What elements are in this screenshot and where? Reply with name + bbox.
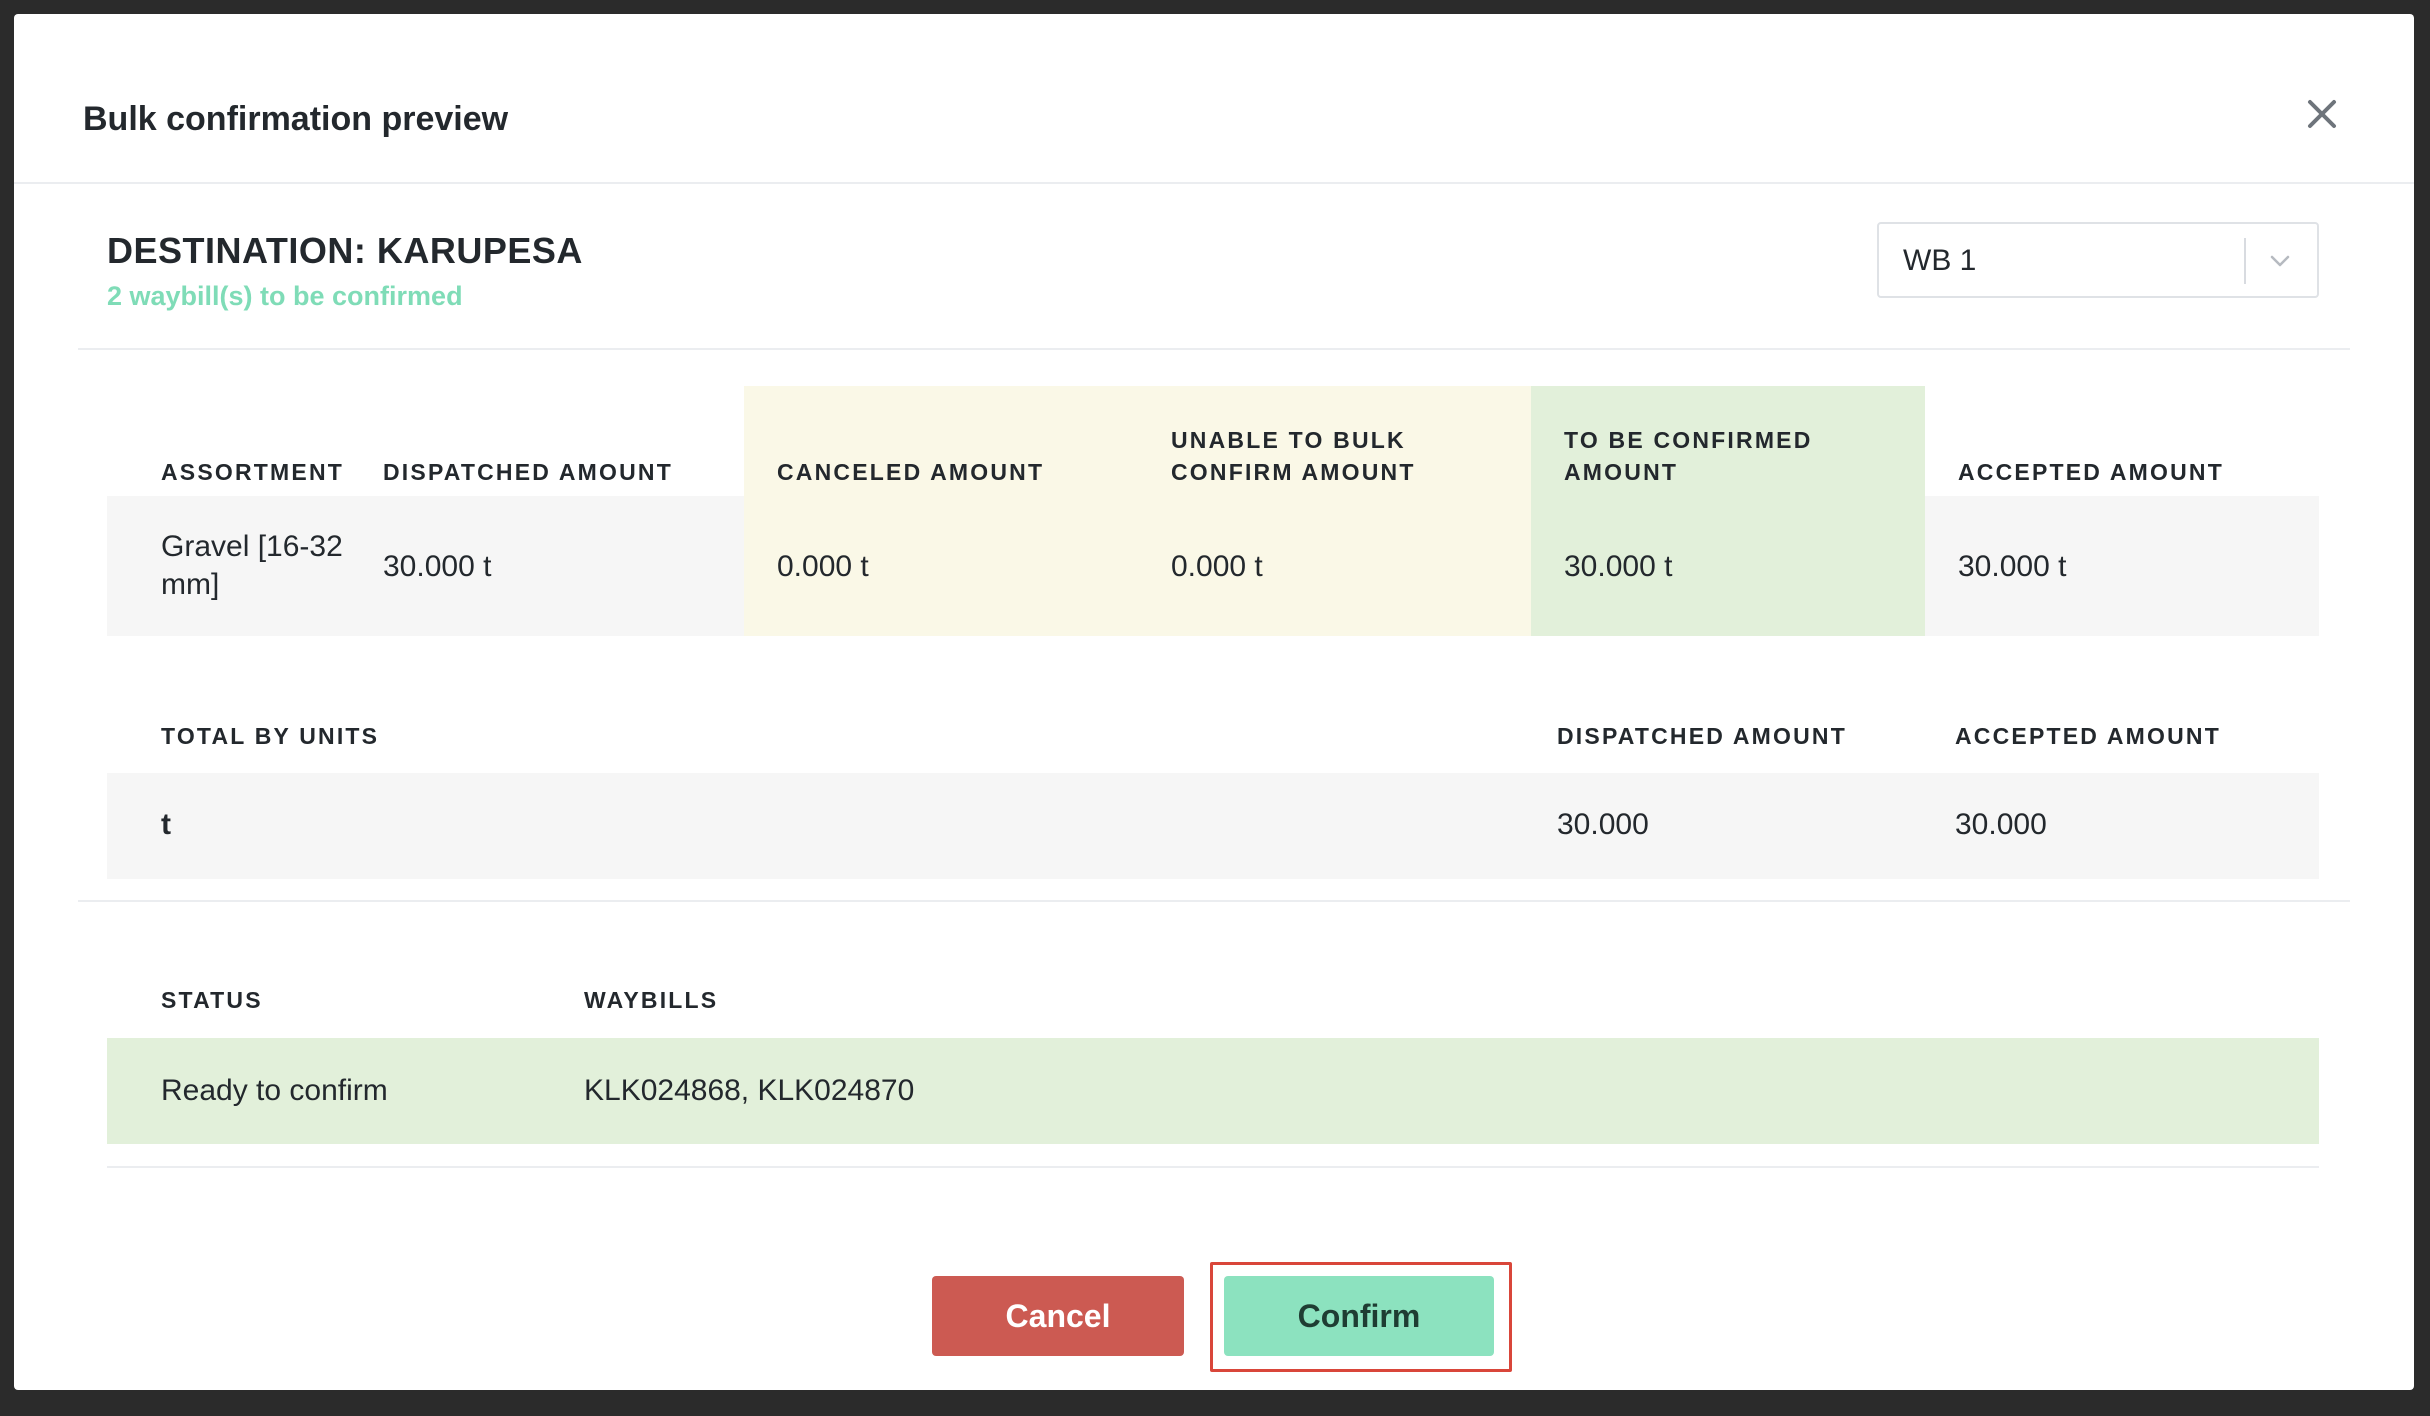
status-table-header: STATUS WAYBILLS bbox=[107, 962, 2319, 1038]
status-table: STATUS WAYBILLS Ready to confirm KLK0248… bbox=[107, 962, 2319, 1144]
cell-total-accepted: 30.000 bbox=[1955, 808, 2047, 841]
cell-canceled: 0.000 t bbox=[777, 550, 869, 583]
col-header-canceled: CANCELED AMOUNT bbox=[777, 459, 1045, 485]
cell-assortment: Gravel [16-32 mm] bbox=[161, 528, 343, 604]
cell-total-dispatched: 30.000 bbox=[1557, 808, 1649, 841]
table-row: Ready to confirm KLK024868, KLK024870 bbox=[107, 1038, 2319, 1144]
col-header-accepted: ACCEPTED AMOUNT bbox=[1958, 459, 2224, 485]
cell-assortment-line2: mm] bbox=[161, 568, 220, 601]
modal-header: Bulk confirmation preview bbox=[14, 14, 2414, 184]
cell-unit: t bbox=[161, 808, 171, 841]
cell-unable: 0.000 t bbox=[1171, 550, 1263, 583]
close-icon bbox=[2308, 100, 2336, 128]
cell-to-confirm: 30.000 t bbox=[1564, 550, 1673, 583]
col-header-status: STATUS bbox=[161, 987, 263, 1013]
waybill-count-subtitle: 2 waybill(s) to be confirmed bbox=[107, 281, 463, 311]
close-button[interactable] bbox=[2300, 92, 2344, 136]
divider bbox=[78, 348, 2350, 350]
col-header-to-confirm-line2: AMOUNT bbox=[1564, 459, 1679, 485]
totals-table-header: TOTAL BY UNITS DISPATCHED AMOUNT ACCEPTE… bbox=[107, 696, 2319, 773]
cell-assortment-line1: Gravel [16-32 bbox=[161, 530, 343, 563]
col-header-to-confirm-line1: TO BE CONFIRMED bbox=[1564, 427, 1813, 453]
select-separator bbox=[2244, 238, 2246, 284]
table-row: t 30.000 30.000 bbox=[107, 773, 2319, 879]
destination-section: DESTINATION: KARUPESA 2 waybill(s) to be… bbox=[14, 184, 2414, 352]
col-header-unable-line2: CONFIRM AMOUNT bbox=[1171, 459, 1416, 485]
col-header-waybills: WAYBILLS bbox=[584, 987, 719, 1013]
col-header-to-confirm: TO BE CONFIRMED AMOUNT bbox=[1564, 424, 1813, 488]
col-header-unable: UNABLE TO BULK CONFIRM AMOUNT bbox=[1171, 424, 1416, 488]
col-header-assortment: ASSORTMENT bbox=[161, 459, 344, 485]
waybill-select-value: WB 1 bbox=[1903, 244, 1977, 277]
divider bbox=[78, 900, 2350, 902]
col-header-total-accepted: ACCEPTED AMOUNT bbox=[1955, 723, 2221, 749]
waybill-select[interactable]: WB 1 bbox=[1877, 222, 2319, 298]
assortment-table: ASSORTMENT DISPATCHED AMOUNT CANCELED AM… bbox=[107, 386, 2319, 636]
totals-table: TOTAL BY UNITS DISPATCHED AMOUNT ACCEPTE… bbox=[107, 696, 2319, 879]
cancel-button[interactable]: Cancel bbox=[932, 1276, 1184, 1356]
assortment-table-header: ASSORTMENT DISPATCHED AMOUNT CANCELED AM… bbox=[107, 386, 2319, 496]
col-header-dispatched: DISPATCHED AMOUNT bbox=[383, 459, 673, 485]
destination-title: DESTINATION: KARUPESA bbox=[107, 230, 583, 271]
modal-title: Bulk confirmation preview bbox=[83, 100, 509, 138]
cell-accepted: 30.000 t bbox=[1958, 550, 2067, 583]
bulk-confirmation-modal: Bulk confirmation preview DESTINATION: K… bbox=[14, 14, 2414, 1390]
cell-dispatched: 30.000 t bbox=[383, 550, 492, 583]
chevron-down-icon[interactable] bbox=[2265, 246, 2295, 276]
divider bbox=[107, 1166, 2319, 1168]
confirm-button[interactable]: Confirm bbox=[1224, 1276, 1494, 1356]
cell-status: Ready to confirm bbox=[161, 1074, 388, 1107]
col-header-total-by-units: TOTAL BY UNITS bbox=[161, 723, 380, 749]
cell-waybills: KLK024868, KLK024870 bbox=[584, 1074, 915, 1107]
col-header-total-dispatched: DISPATCHED AMOUNT bbox=[1557, 723, 1847, 749]
col-header-unable-line1: UNABLE TO BULK bbox=[1171, 427, 1406, 453]
table-row: Gravel [16-32 mm] 30.000 t 0.000 t 0.000… bbox=[107, 496, 2319, 636]
